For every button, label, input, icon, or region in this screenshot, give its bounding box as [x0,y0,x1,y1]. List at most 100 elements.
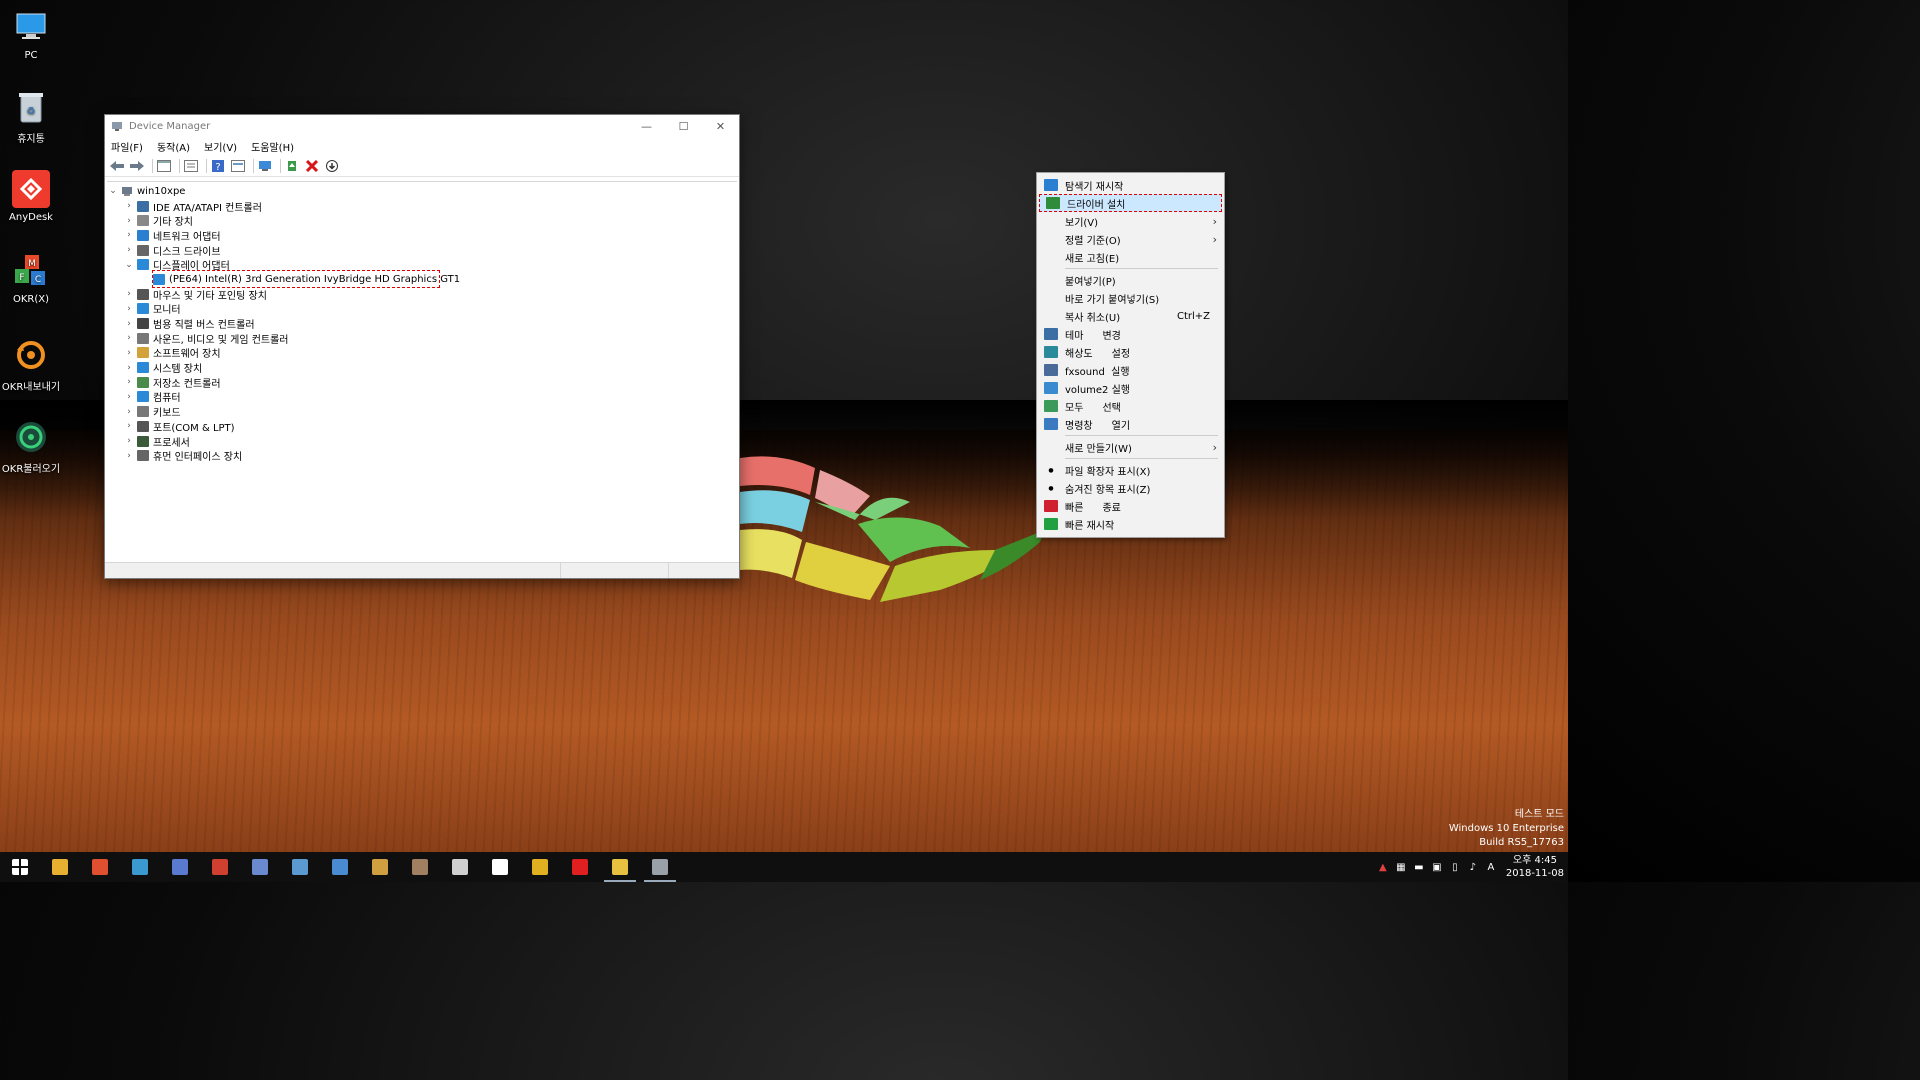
enable-device-icon[interactable] [324,158,340,174]
taskbar-button[interactable] [480,852,520,882]
context-menu-item[interactable]: 빠른 재시작 [1037,515,1224,533]
chevron-right-icon[interactable]: › [123,348,135,358]
tree-root[interactable]: ⌄ win10xpe [107,184,737,199]
chevron-right-icon[interactable]: › [123,436,135,446]
minimize-button[interactable]: — [628,115,665,137]
chevron-right-icon[interactable]: › [123,319,135,329]
tree-category[interactable]: › 디스크 드라이브 [123,243,737,258]
chevron-right-icon[interactable]: › [123,392,135,402]
tree-category[interactable]: › 프로세서 [123,434,737,449]
context-menu-item[interactable]: 탐색기 재시작 [1037,176,1224,194]
tree-category[interactable]: › 네트워크 어댑터 [123,228,737,243]
tree-category[interactable]: › 마우스 및 기타 포인팅 장치 [123,287,737,302]
close-button[interactable]: ✕ [702,115,739,137]
tray-flag-icon[interactable]: ▲ [1374,862,1392,873]
chevron-right-icon[interactable]: › [123,304,135,314]
context-menu-item[interactable]: 정렬 기준(O) › [1037,230,1224,248]
menu-help[interactable]: 도움말(H) [251,139,294,154]
forward-icon[interactable] [129,158,145,174]
context-menu-item[interactable]: 명령창 열기 [1037,415,1224,433]
tree-category[interactable]: › 컴퓨터 [123,390,737,404]
chevron-down-icon[interactable]: ⌄ [107,186,119,196]
chevron-down-icon[interactable]: ⌄ [123,260,135,270]
context-menu-item[interactable]: 새로 고침(E) [1037,248,1224,266]
tray-monitor-icon[interactable]: ▣ [1428,862,1446,873]
view-icon[interactable] [230,158,246,174]
taskbar-button[interactable] [80,852,120,882]
taskbar-button[interactable] [120,852,160,882]
chevron-right-icon[interactable]: › [123,421,135,431]
desktop-icon-okr-import[interactable]: OKR불러오기 [0,418,62,475]
taskbar-button[interactable] [200,852,240,882]
tree-category[interactable]: › 모니터 [123,302,737,316]
context-menu-item[interactable]: 해상도 설정 [1037,343,1224,361]
context-menu-item[interactable]: 보기(V) › [1037,212,1224,230]
context-menu-item[interactable]: ● 숨겨진 항목 표시(Z) [1037,479,1224,497]
context-menu-item[interactable]: 바로 가기 붙여넣기(S) [1037,289,1224,307]
help-icon[interactable]: ? [210,158,226,174]
scan-hardware-icon[interactable] [257,158,273,174]
desktop-icon-okr[interactable]: MF C OKR(X) [0,252,62,305]
taskbar-button[interactable] [360,852,400,882]
chevron-right-icon[interactable]: › [123,201,135,211]
chevron-right-icon[interactable]: › [123,407,135,417]
tray-volume-icon[interactable]: ♪ [1464,862,1482,873]
chevron-right-icon[interactable]: › [123,216,135,226]
chevron-right-icon[interactable]: › [123,333,135,343]
menu-file[interactable]: 파일(F) [111,139,143,154]
tray-usb-icon[interactable]: ▯ [1446,862,1464,873]
tray-drive-icon[interactable]: ▬ [1410,862,1428,873]
taskbar-button[interactable] [40,852,80,882]
taskbar-button[interactable] [0,852,40,882]
taskbar-button[interactable] [440,852,480,882]
uninstall-device-icon[interactable] [304,158,320,174]
tree-category[interactable]: › 시스템 장치 [123,360,737,375]
tree-category[interactable]: › IDE ATA/ATAPI 컨트롤러 [123,199,737,214]
context-menu-item[interactable]: fxsound 실행 [1037,361,1224,379]
desktop-icon-pc[interactable]: PC [0,8,62,61]
desktop-icon-okr-export[interactable]: OKR내보내기 [0,336,62,393]
tree-category[interactable]: › 기타 장치 [123,213,737,228]
chevron-right-icon[interactable]: › [123,363,135,373]
taskbar-button[interactable] [600,852,640,882]
taskbar-button[interactable] [160,852,200,882]
taskbar-button[interactable] [280,852,320,882]
chevron-right-icon[interactable]: › [123,377,135,387]
context-menu-item[interactable]: 새로 만들기(W) › [1037,438,1224,456]
taskbar-button[interactable] [640,852,680,882]
context-menu-item[interactable]: 모두 선택 [1037,397,1224,415]
taskbar-button[interactable] [560,852,600,882]
context-menu-item[interactable]: 드라이버 설치 [1039,194,1222,212]
chevron-right-icon[interactable]: › [123,230,135,240]
context-menu-item[interactable]: 붙여넣기(P) [1037,271,1224,289]
title-bar[interactable]: Device Manager — ☐ ✕ [105,115,739,137]
taskbar-button[interactable] [400,852,440,882]
update-driver-icon[interactable] [284,158,300,174]
clock[interactable]: 오후 4:45 2018-11-08 [1506,854,1564,880]
desktop-icon-recycle-bin[interactable]: ♻ 휴지통 [0,88,62,145]
tree-category[interactable]: › 소프트웨어 장치 [123,346,737,360]
taskbar-button[interactable] [240,852,280,882]
chevron-right-icon[interactable]: › [123,245,135,255]
tray-network-icon[interactable]: ▦ [1392,862,1410,873]
context-menu-item[interactable]: volume2 실행 [1037,379,1224,397]
desktop-icon-anydesk[interactable]: AnyDesk [0,170,62,223]
tree-category[interactable]: › 휴먼 인터페이스 장치 [123,448,737,463]
tree-category[interactable]: › 범용 직렬 버스 컨트롤러 [123,316,737,331]
properties-icon[interactable] [183,158,199,174]
tree-category[interactable]: › 포트(COM & LPT) [123,419,737,434]
back-icon[interactable] [109,158,125,174]
chevron-right-icon[interactable]: › [123,289,135,299]
taskbar-button[interactable] [320,852,360,882]
menu-action[interactable]: 동작(A) [157,139,190,154]
tree-category[interactable]: › 사운드, 비디오 및 게임 컨트롤러 [123,331,737,346]
chevron-right-icon[interactable]: › [123,451,135,461]
tray-ime-indicator[interactable]: A [1482,862,1500,873]
maximize-button[interactable]: ☐ [665,115,702,137]
tree-category[interactable]: › 저장소 컨트롤러 [123,375,737,390]
tree-category[interactable]: › 키보드 [123,404,737,419]
context-menu-item[interactable]: 복사 취소(U) Ctrl+Z [1037,307,1224,325]
menu-view[interactable]: 보기(V) [204,139,237,154]
context-menu-item[interactable]: 테마 변경 [1037,325,1224,343]
taskbar-button[interactable] [520,852,560,882]
